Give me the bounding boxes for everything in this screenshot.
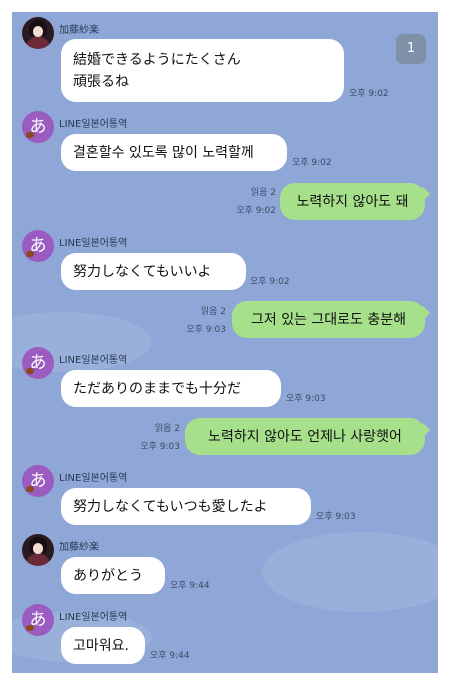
message-bubble[interactable]: 그저 있는 그대로도 충분해 [232,301,425,338]
read-receipt: 읽음 2 [250,188,276,198]
message-time: 오후 9:44 [150,651,190,661]
sender-avatar[interactable]: あ [22,465,54,497]
message-bubble[interactable]: ただありのままでも十分だ [61,370,281,407]
message-bubble[interactable]: 努力しなくてもいいよ [61,253,246,290]
avatar-badge-icon [26,486,34,492]
message-text: 노력하지 않아도 언제나 사랑햇어 [208,428,402,445]
message-text: 노력하지 않아도 돼 [296,193,409,210]
message-text-line: 結婚できるようにたくさん [73,51,241,68]
avatar-badge-icon [26,251,34,257]
sender-avatar[interactable]: あ [22,111,54,143]
message-time: 오후 9:03 [316,512,356,522]
sender-avatar[interactable] [22,534,54,566]
message-time: 오후 9:02 [292,158,332,168]
sender-name: LINE일본어통역 [59,612,128,623]
message-text-line: 頑張るね [73,73,129,90]
avatar-face [33,543,43,554]
message-bubble[interactable]: 결혼할수 있도록 많이 노력할께 [61,134,287,171]
message-text: 고마워요. [73,637,129,654]
message-bubble[interactable]: ありがとう [61,557,165,594]
sender-avatar[interactable]: あ [22,347,54,379]
sender-avatar[interactable]: あ [22,604,54,636]
sender-name: 加藤紗楽 [59,25,99,36]
read-receipt: 읽음 2 [154,424,180,434]
message-time: 오후 9:02 [236,206,276,216]
sender-avatar[interactable] [22,17,54,49]
message-bubble[interactable]: 노력하지 않아도 돼 [280,183,425,220]
sender-avatar[interactable]: あ [22,230,54,262]
message-bubble[interactable]: 고마워요. [61,627,145,664]
message-text: 努力しなくてもいつも愛したよ [73,498,268,515]
sender-name: LINE일본어통역 [59,355,128,366]
message-text: 결혼할수 있도록 많이 노력할께 [73,144,254,161]
message-time: 오후 9:03 [286,394,326,404]
sender-name: 加藤紗楽 [59,542,99,553]
message-text: ありがとう [73,567,143,584]
message-time: 오후 9:03 [186,325,226,335]
message-text: 그저 있는 그대로도 충분해 [250,311,407,328]
message-text: ただありのままでも十分だ [73,380,241,397]
message-bubble[interactable]: 努力しなくてもいつも愛したよ [61,488,311,525]
background-cloud [262,532,438,612]
message-time: 오후 9:44 [170,581,210,591]
message-bubble[interactable]: 노력하지 않아도 언제나 사랑햇어 [185,418,425,455]
message-bubble[interactable]: 結婚できるようにたくさん 頑張るね [61,39,344,102]
message-text: 努力しなくてもいいよ [73,263,212,280]
message-time: 오후 9:02 [349,89,389,99]
chat-window[interactable]: 1 加藤紗楽 結婚できるようにたくさん 頑張るね 오후 9:02 あ LINE일… [12,12,438,673]
sender-name: LINE일본어통역 [59,119,128,130]
avatar-face [33,26,43,37]
avatar-badge-icon [26,132,34,138]
avatar-badge-icon [26,368,34,374]
unread-count-badge[interactable]: 1 [396,34,426,64]
read-receipt: 읽음 2 [200,307,226,317]
message-time: 오후 9:03 [140,442,180,452]
sender-name: LINE일본어통역 [59,473,128,484]
avatar-badge-icon [26,625,34,631]
sender-name: LINE일본어통역 [59,238,128,249]
message-time: 오후 9:02 [250,277,290,287]
